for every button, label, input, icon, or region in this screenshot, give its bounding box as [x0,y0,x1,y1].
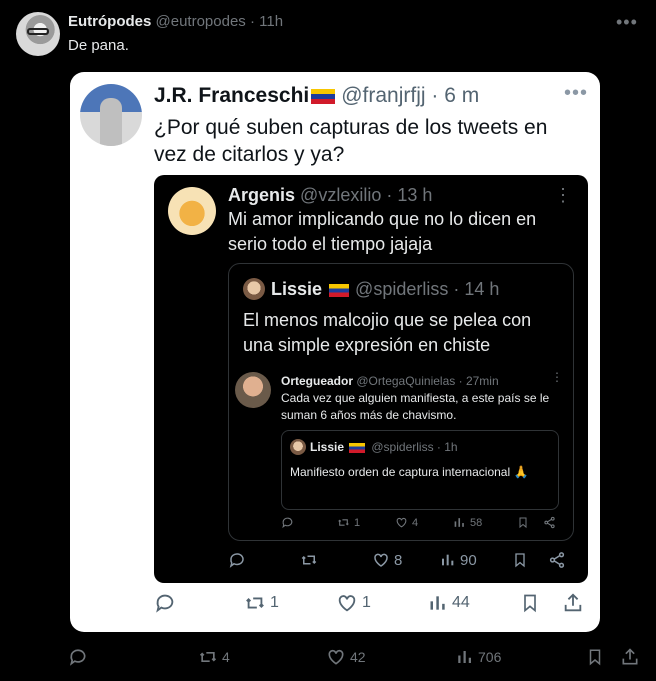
nested-avatar [243,278,265,300]
screenshot-header: J.R. Franceschi @franjrfjj · 6 m [154,82,479,110]
tweet-image[interactable]: J.R. Franceschi @franjrfjj · 6 m ••• ¿Por… [70,72,600,632]
venezuela-flag-icon [329,283,350,297]
quote-text: Mi amor implicando que no lo dicen en se… [228,209,537,254]
tweet-header: Eutrópodes @eutropodes · 11h [68,12,283,32]
nested-text: El menos malcojio que se pelea con una s… [243,310,532,355]
tweet-time[interactable]: · 11h [250,13,283,30]
quote-author-name: Argenis [228,185,296,205]
quote-handle: @vzlexilio [300,185,382,205]
retweet-icon [300,551,318,569]
retweet-icon: 1 [337,516,360,529]
views-icon [458,651,471,663]
views-button[interactable]: 706 [456,647,501,667]
deep-quote: Lissie @spiderliss · 1h Manifiesto orden… [281,430,559,510]
screenshot-handle: @franjrfjj [341,84,426,107]
like-button[interactable]: 42 [326,647,366,667]
more-options-icon: ⋮ [554,185,572,205]
reply-icon [69,649,86,666]
reply-text: Cada vez que alguien manifiesta, a este … [281,391,550,422]
nested-author-name: Lissie [271,279,323,299]
like-count: 42 [350,649,366,665]
nested-header: Lissie @spiderliss · 14 h [271,277,499,301]
retweet-count: 4 [222,649,230,665]
quote-time: · 13 h [386,185,433,205]
quote-avatar [168,187,216,235]
reply-handle: @OrtegaQuinielas [356,374,456,388]
author-name[interactable]: Eutrópodes [68,13,151,30]
views-icon: 58 [453,516,482,529]
retweet-count: 1 [270,594,279,611]
nested-quote: Lissie @spiderliss · 14 h El menos malco… [228,263,574,541]
reply-icon [228,551,246,569]
reply-avatar [235,372,271,408]
reply-button[interactable] [68,647,88,667]
reply-icon [281,516,294,529]
like-count: 8 [394,551,403,569]
reply-author-name: Orteguead​or [281,374,354,388]
more-options-icon: ••• [564,82,589,104]
views-count: 44 [452,594,470,611]
venezuela-flag-icon [311,88,336,104]
views-icon: 44 [428,592,470,614]
nested-handle: @spiderliss [355,279,449,299]
reply-time: · 27min [458,374,499,388]
screenshot-author-name: J.R. Franceschi [154,84,310,107]
screenshot-time: · 6 m [431,84,480,107]
screenshot-text: ¿Por qué suben capturas de los tweets en… [154,116,548,166]
reply-icon [154,592,176,614]
bookmark-icon [512,551,528,569]
like-icon: 1 [336,592,371,614]
author-handle[interactable]: @eutropodes [156,13,246,30]
retweet-icon [199,652,217,662]
tweet-actions: 4 42 706 [68,647,640,671]
like-icon: 4 [395,516,418,529]
retweet-icon: 1 [244,592,279,614]
deep-avatar [290,439,306,455]
like-icon [328,649,344,665]
deep-text: Manifiesto orden de captura internaciona… [290,465,529,479]
deep-header: Lissie @spiderliss · 1h [310,439,458,455]
tweet-text: De pana. [68,37,129,54]
share-icon [562,592,584,614]
more-options-icon[interactable]: ••• [616,12,638,32]
reply-header: Orteguead​or @OrtegaQuinielas · 27min [281,373,499,389]
bookmark-button[interactable] [586,647,604,667]
share-button[interactable] [620,647,640,667]
retweet-button[interactable]: 4 [198,647,230,667]
more-options-icon: ⋮ [551,370,563,384]
venezuela-flag-icon [349,442,366,453]
nested-time: · 14 h [453,279,500,299]
quote-header: Argenis @vzlexilio · 13 h [228,183,432,207]
bookmark-icon [520,592,540,614]
screenshot-avatar [80,84,142,146]
author-avatar[interactable] [16,12,60,56]
share-icon [543,516,556,529]
screenshot-actions: 1 1 44 [154,592,584,618]
share-icon [622,648,638,665]
reply-actions: 1 4 58 [281,516,559,534]
views-icon: 90 [440,551,477,569]
views-count: 90 [460,551,477,569]
quote-actions: 8 90 [228,551,574,573]
bookmark-icon [517,516,529,529]
bookmark-icon [589,649,601,666]
like-count: 1 [362,594,371,611]
views-count: 58 [470,516,483,529]
retweet-count: 1 [354,516,361,529]
share-icon [548,551,566,569]
deep-time: · 1h [436,440,458,454]
like-icon: 8 [372,551,402,569]
quoted-tweet: Argenis @vzlexilio · 13 h ⋮ Mi amor impl… [154,175,588,583]
deep-author-name: Lissie [310,440,345,454]
deep-handle: @spiderliss [371,440,434,454]
like-count: 4 [412,516,419,529]
views-count: 706 [478,649,502,665]
